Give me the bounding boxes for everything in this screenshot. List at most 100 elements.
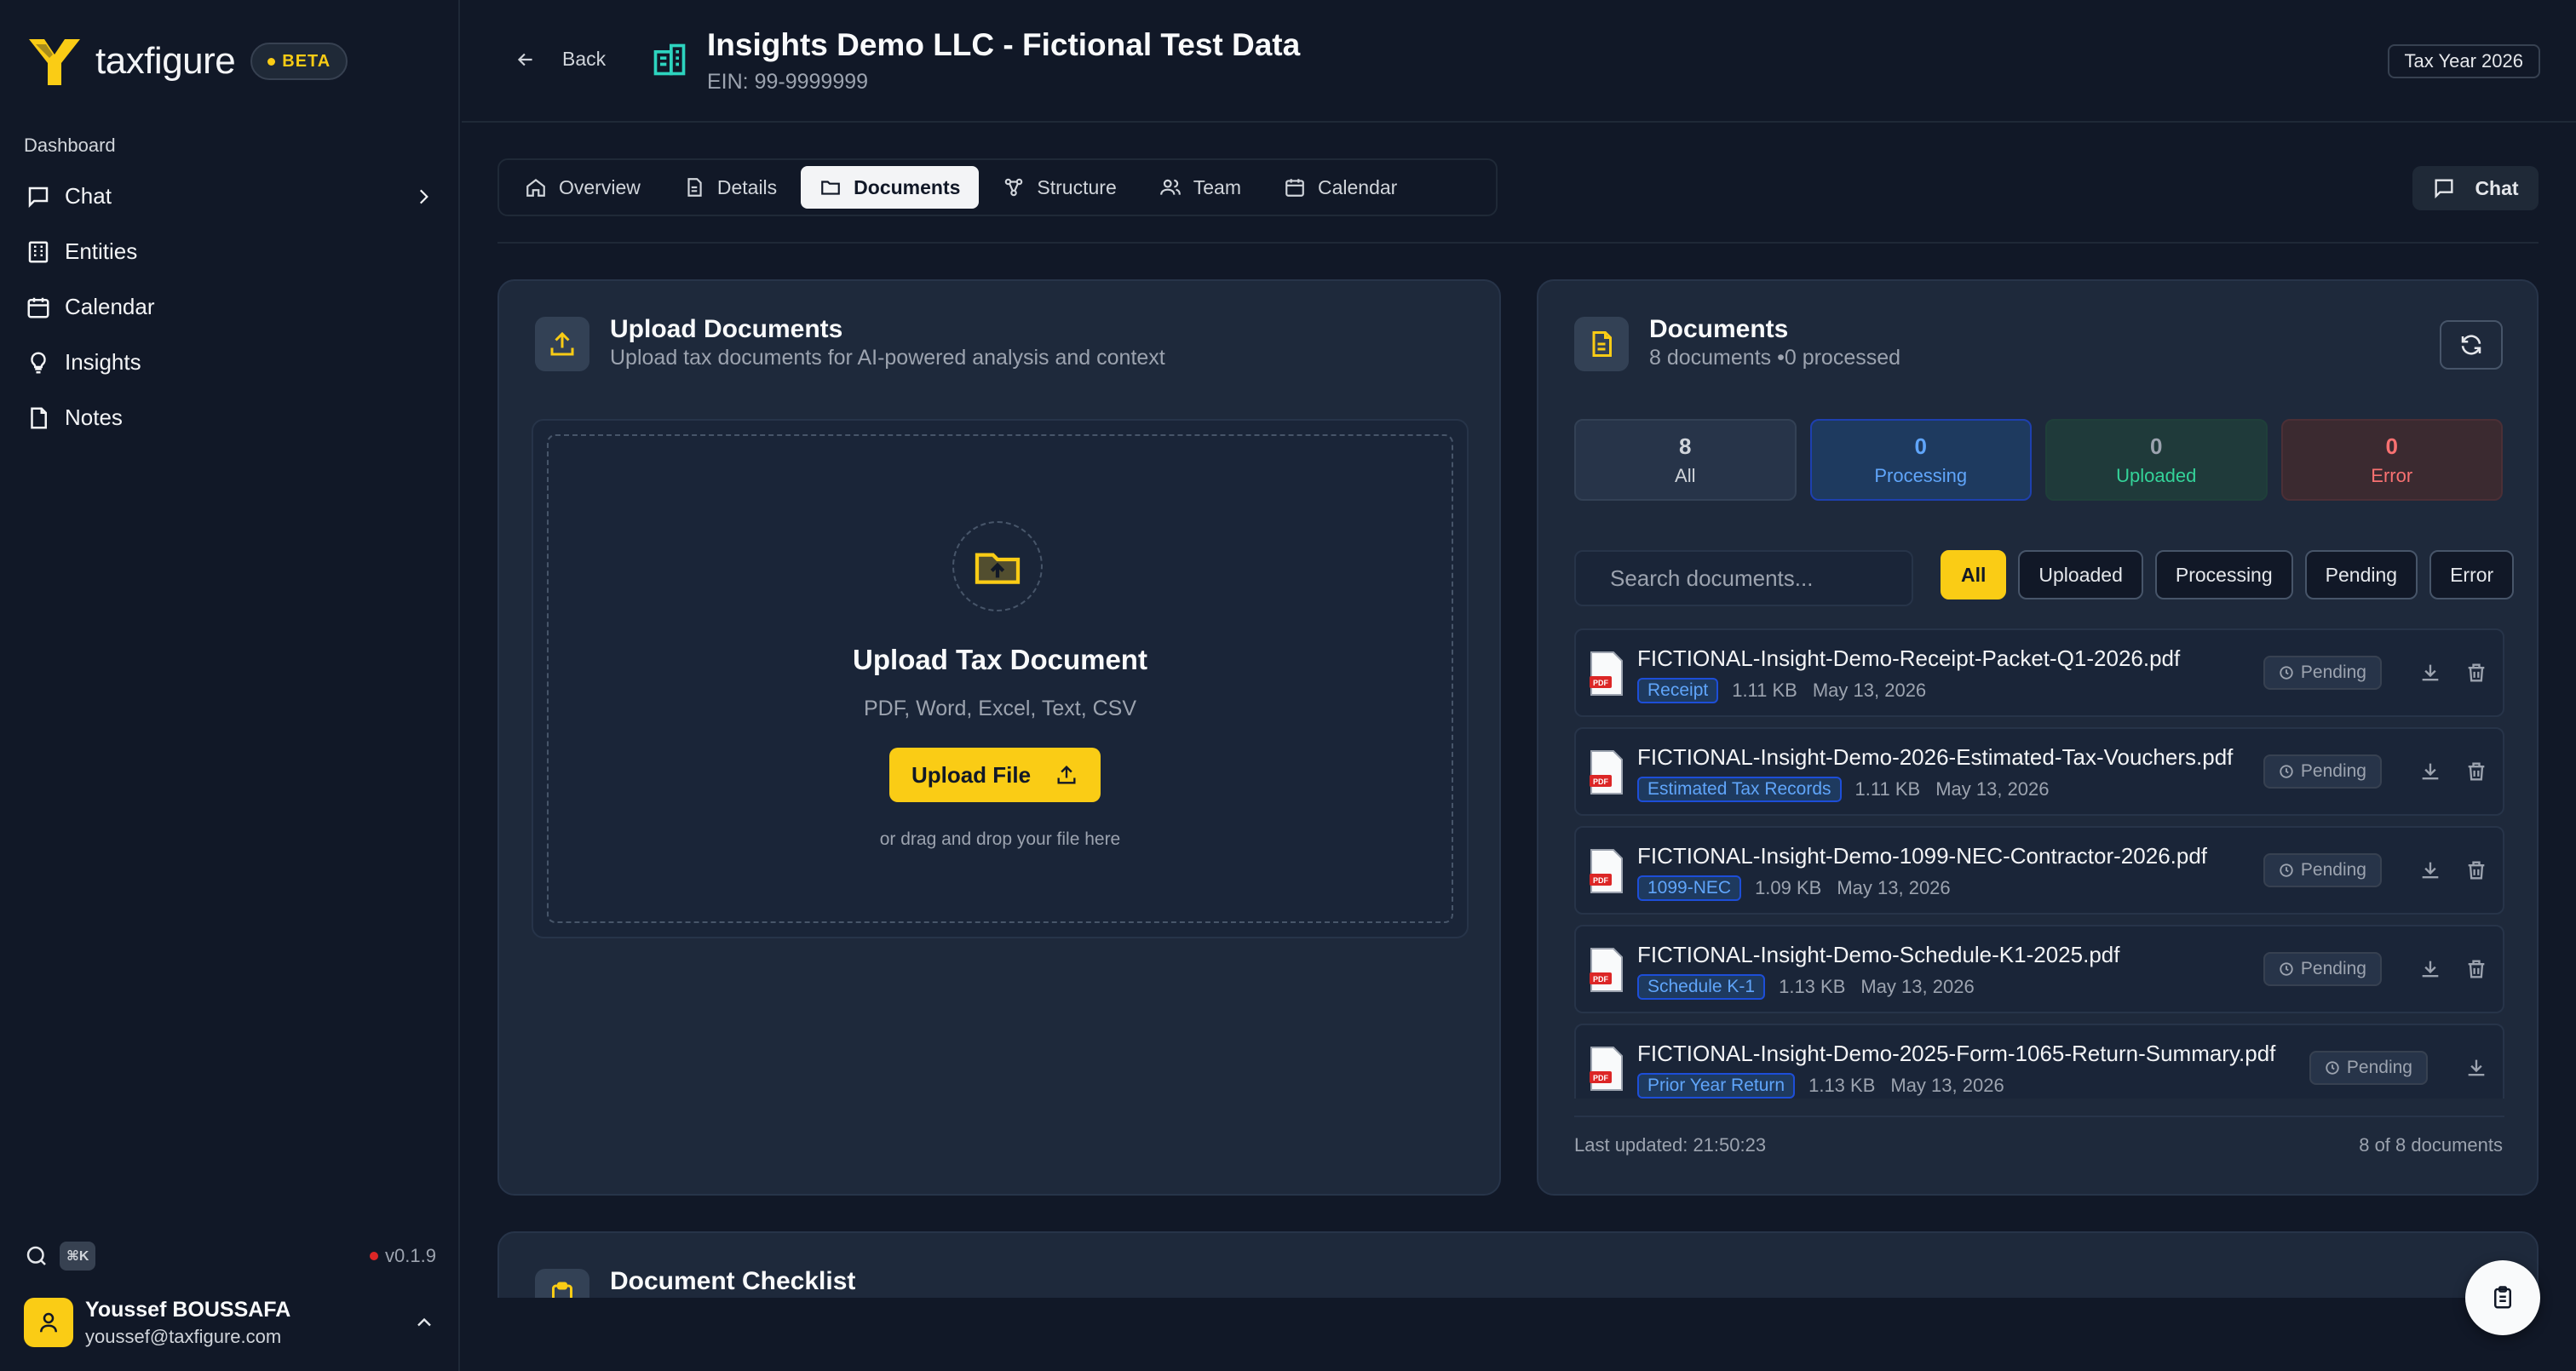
chevron-up-icon bbox=[417, 1317, 431, 1327]
document-icon bbox=[687, 178, 702, 197]
sidebar: taxfigure BETA Dashboard Chat Entities C… bbox=[0, 0, 460, 1371]
user-icon bbox=[40, 1312, 57, 1333]
tab-team[interactable]: Team bbox=[1141, 166, 1260, 209]
upload-card-title: Upload Documents bbox=[610, 315, 843, 343]
clipboard-icon bbox=[2494, 1286, 2511, 1309]
document-size: 1.11 KB bbox=[1854, 778, 1921, 800]
document-date: May 13, 2026 bbox=[1837, 877, 1951, 898]
document-row[interactable]: PDF FICTIONAL-Insight-Demo-1099-NEC-Cont… bbox=[1574, 826, 2504, 915]
sidebar-item-calendar[interactable]: Calendar bbox=[0, 279, 460, 335]
document-type-tag: Schedule K-1 bbox=[1637, 974, 1766, 1000]
upload-file-label: Upload File bbox=[911, 761, 1032, 788]
back-button[interactable]: Back bbox=[515, 48, 606, 71]
pdf-file-icon: PDF bbox=[1590, 651, 1623, 696]
document-type-tag: Prior Year Return bbox=[1637, 1073, 1796, 1099]
brand-name: taxfigure bbox=[95, 40, 236, 82]
download-button[interactable] bbox=[2416, 757, 2445, 786]
document-date: May 13, 2026 bbox=[1860, 976, 1975, 997]
dropzone-icon-circle bbox=[952, 521, 1043, 611]
document-meta: Schedule K-1 1.13 KB May 13, 2026 bbox=[1637, 974, 1975, 1000]
delete-button[interactable] bbox=[2462, 658, 2491, 687]
brand[interactable]: taxfigure BETA bbox=[24, 31, 348, 92]
status-badge: Pending bbox=[2263, 656, 2382, 690]
download-button[interactable] bbox=[2416, 658, 2445, 687]
stat-processing[interactable]: 0 Processing bbox=[1809, 419, 2032, 501]
documents-card-icon-box bbox=[1574, 317, 1629, 371]
tab-calendar[interactable]: Calendar bbox=[1265, 166, 1416, 209]
filter-uploaded[interactable]: Uploaded bbox=[2018, 550, 2143, 599]
search-input[interactable] bbox=[1610, 565, 1895, 592]
folder-icon bbox=[821, 181, 841, 195]
refresh-button[interactable] bbox=[2440, 320, 2503, 370]
sidebar-item-entities[interactable]: Entities bbox=[0, 224, 460, 279]
filter-all[interactable]: All bbox=[1941, 550, 2007, 599]
sidebar-item-notes[interactable]: Notes bbox=[0, 390, 460, 445]
home-icon bbox=[526, 178, 545, 197]
document-row[interactable]: PDF FICTIONAL-Insight-Demo-2026-Estimate… bbox=[1574, 727, 2504, 816]
tabs-divider bbox=[497, 242, 2539, 244]
stat-uploaded[interactable]: 0 Uploaded bbox=[2045, 419, 2268, 501]
pdf-file-icon: PDF bbox=[1590, 849, 1623, 893]
document-name: FICTIONAL-Insight-Demo-Schedule-K1-2025.… bbox=[1637, 942, 2120, 967]
document-actions: Pending bbox=[2263, 754, 2491, 789]
file-dropzone[interactable]: Upload Tax Document PDF, Word, Excel, Te… bbox=[547, 434, 1453, 923]
documents-card: Documents 8 documents •0 processed 8 All… bbox=[1537, 279, 2539, 1196]
document-size: 1.09 KB bbox=[1755, 877, 1822, 898]
upload-file-button[interactable]: Upload File bbox=[889, 748, 1101, 802]
document-date: May 13, 2026 bbox=[1935, 778, 2050, 800]
download-button[interactable] bbox=[2462, 1053, 2491, 1082]
download-button[interactable] bbox=[2416, 955, 2445, 984]
beta-label: BETA bbox=[282, 51, 331, 71]
tab-structure[interactable]: Structure bbox=[984, 166, 1135, 209]
stat-all-label: All bbox=[1675, 464, 1696, 486]
tab-label: Structure bbox=[1037, 175, 1117, 198]
filter-error[interactable]: Error bbox=[2429, 550, 2515, 599]
tab-documents[interactable]: Documents bbox=[801, 166, 980, 209]
status-badge: Pending bbox=[2309, 1051, 2428, 1085]
clock-icon bbox=[2280, 765, 2293, 778]
tab-overview[interactable]: Overview bbox=[506, 166, 659, 209]
calendar-icon bbox=[27, 297, 49, 318]
delete-button[interactable] bbox=[2462, 955, 2491, 984]
document-row[interactable]: PDF FICTIONAL-Insight-Demo-Schedule-K1-2… bbox=[1574, 925, 2504, 1013]
documents-card-title: Documents bbox=[1649, 315, 1789, 343]
svg-text:PDF: PDF bbox=[1593, 1074, 1609, 1082]
filter-processing[interactable]: Processing bbox=[2154, 550, 2293, 599]
stat-uploaded-label: Uploaded bbox=[2116, 464, 2197, 486]
sidebar-item-chat[interactable]: Chat bbox=[0, 169, 460, 224]
lightbulb-icon bbox=[31, 351, 46, 373]
stat-error-count: 0 bbox=[2385, 433, 2398, 459]
document-name: FICTIONAL-Insight-Demo-2025-Form-1065-Re… bbox=[1637, 1041, 2276, 1066]
document-date: May 13, 2026 bbox=[1890, 1075, 2004, 1096]
chevron-right-icon[interactable] bbox=[412, 186, 434, 208]
status-filters: All Uploaded Processing Pending Error bbox=[1941, 550, 2515, 601]
user-menu[interactable]: Youssef BOUSSAFA youssef@taxfigure.com bbox=[24, 1294, 436, 1351]
svg-text:PDF: PDF bbox=[1593, 777, 1609, 786]
tab-details[interactable]: Details bbox=[664, 166, 796, 209]
document-search bbox=[1574, 550, 1913, 606]
avatar bbox=[24, 1298, 73, 1347]
chat-button[interactable]: Chat bbox=[2412, 166, 2539, 210]
user-email: youssef@taxfigure.com bbox=[85, 1325, 282, 1347]
document-row[interactable]: PDF FICTIONAL-Insight-Demo-Receipt-Packe… bbox=[1574, 628, 2504, 717]
stat-error[interactable]: 0 Error bbox=[2280, 419, 2503, 501]
stat-all[interactable]: 8 All bbox=[1574, 419, 1797, 501]
chat-icon bbox=[2435, 179, 2453, 199]
download-button[interactable] bbox=[2416, 856, 2445, 885]
filter-pending[interactable]: Pending bbox=[2304, 550, 2418, 599]
tax-year-badge[interactable]: Tax Year 2026 bbox=[2387, 44, 2540, 78]
pdf-file-icon: PDF bbox=[1590, 1047, 1623, 1091]
clipboard-fab-button[interactable] bbox=[2465, 1260, 2540, 1335]
sidebar-item-insights[interactable]: Insights bbox=[0, 335, 460, 390]
checklist-title: Document Checklist bbox=[610, 1267, 856, 1295]
entity-tabs: Overview Details Documents Structure Tea… bbox=[497, 158, 1498, 216]
delete-button[interactable] bbox=[2462, 757, 2491, 786]
document-size: 1.11 KB bbox=[1732, 680, 1797, 701]
document-list[interactable]: PDF FICTIONAL-Insight-Demo-Receipt-Packe… bbox=[1574, 628, 2504, 1099]
document-row[interactable]: PDF FICTIONAL-Insight-Demo-2025-Form-106… bbox=[1574, 1024, 2504, 1099]
delete-button[interactable] bbox=[2462, 856, 2491, 885]
command-search[interactable]: ⌘K bbox=[24, 1242, 96, 1271]
building-icon bbox=[28, 241, 49, 262]
sidebar-item-label: Calendar bbox=[65, 294, 155, 319]
pdf-file-icon: PDF bbox=[1590, 750, 1623, 794]
